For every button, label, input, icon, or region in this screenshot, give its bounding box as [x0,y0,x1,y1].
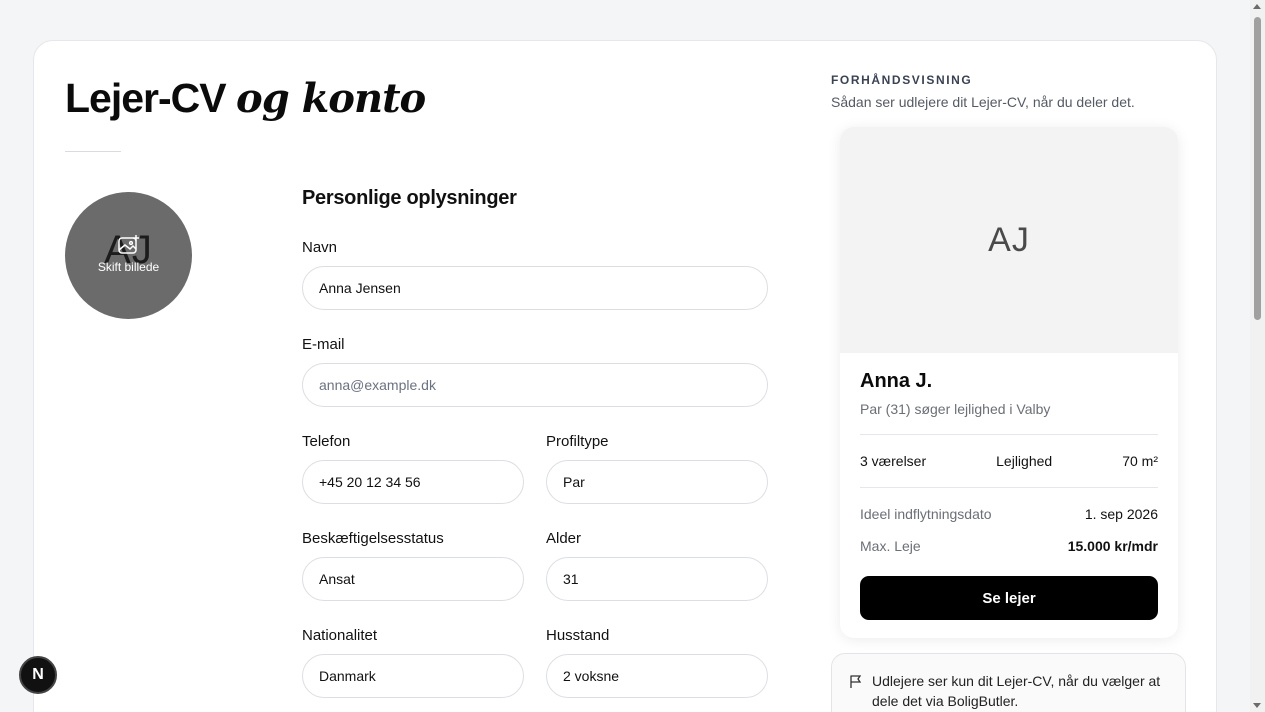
preview-move-in-value: 1. sep 2026 [1084,506,1158,522]
preview-size: 70 m² [1122,453,1158,469]
preview-label: FORHÅNDSVISNING [831,73,973,87]
nationality-field-group: Nationalitet Danmark [302,627,524,698]
section-title: Personlige oplysninger [302,187,517,209]
nationality-label: Nationalitet [302,627,378,644]
share-note: Udlejere ser kun dit Lejer-CV, når du væ… [831,653,1186,712]
employment-field-group: Beskæftigelsesstatus Ansat [302,530,524,601]
page-title-plain: Lejer-CV [65,75,227,121]
page-scrollbar[interactable] [1250,0,1265,712]
preview-card: AJ Anna J. Par (31) søger lejlighed i Va… [840,127,1178,638]
avatar[interactable]: AJ Skift billede [65,192,192,319]
preview-photo: AJ [840,127,1178,353]
preview-housing-type: Lejlighed [996,453,1053,469]
email-input[interactable]: anna@example.dk [302,363,768,407]
preview-subtitle: Sådan ser udlejere dit Lejer-CV, når du … [831,94,1135,110]
main-card: Lejer-CV og konto AJ Skift billede Perso… [33,40,1217,712]
age-label: Alder [546,530,582,547]
household-label: Husstand [546,627,610,644]
household-select[interactable]: 2 voksne [546,654,768,698]
flag-icon [850,675,862,688]
preview-name: Anna J. [860,370,933,392]
age-input[interactable]: 31 [546,557,768,601]
scroll-up-icon[interactable] [1253,4,1261,9]
change-photo-button[interactable]: Skift billede [65,234,192,274]
preview-specs: 3 værelser Lejlighed 70 m² [860,435,1158,487]
preview-max-rent-value: 15.000 kr/mdr [1067,538,1158,554]
change-photo-label: Skift billede [97,260,160,274]
nationality-select[interactable]: Danmark [302,654,524,698]
household-field-group: Husstand 2 voksne [546,627,768,698]
profile-type-select[interactable]: Par [546,460,768,504]
preview-max-rent-label: Max. Leje [860,538,921,554]
profile-type-field-group: Profiltype Par [546,433,768,504]
phone-label: Telefon [302,433,351,450]
preview-rooms: 3 værelser [860,453,927,469]
share-note-text: Udlejere ser kun dit Lejer-CV, når du væ… [872,673,1161,709]
title-divider [65,151,121,152]
scrollbar-thumb[interactable] [1254,17,1261,320]
email-label: E-mail [302,336,345,353]
n-badge-letter: N [32,666,44,683]
page-title-italic: og konto [236,75,426,122]
name-label: Navn [302,239,338,256]
preview-max-rent-row: Max. Leje 15.000 kr/mdr [860,530,1158,562]
employment-select[interactable]: Ansat [302,557,524,601]
preview-move-in-label: Ideel indflytningsdato [860,506,992,522]
image-plus-icon [117,235,139,254]
name-input[interactable]: Anna Jensen [302,266,768,310]
email-field-group: E-mail anna@example.dk [302,336,768,407]
scroll-down-icon[interactable] [1253,703,1261,708]
employment-label: Beskæftigelsesstatus [302,530,444,547]
age-field-group: Alder 31 [546,530,768,601]
name-field-group: Navn Anna Jensen [302,239,768,310]
preview-move-in-row: Ideel indflytningsdato 1. sep 2026 [860,498,1158,530]
phone-field-group: Telefon +45 20 12 34 56 [302,433,524,504]
n-badge-button[interactable]: N [19,656,57,694]
profile-type-label: Profiltype [546,433,609,450]
phone-input[interactable]: +45 20 12 34 56 [302,460,524,504]
preview-description: Par (31) søger lejlighed i Valby [860,401,1051,417]
page-title: Lejer-CV og konto [65,75,426,122]
see-tenant-button[interactable]: Se lejer [860,576,1158,620]
